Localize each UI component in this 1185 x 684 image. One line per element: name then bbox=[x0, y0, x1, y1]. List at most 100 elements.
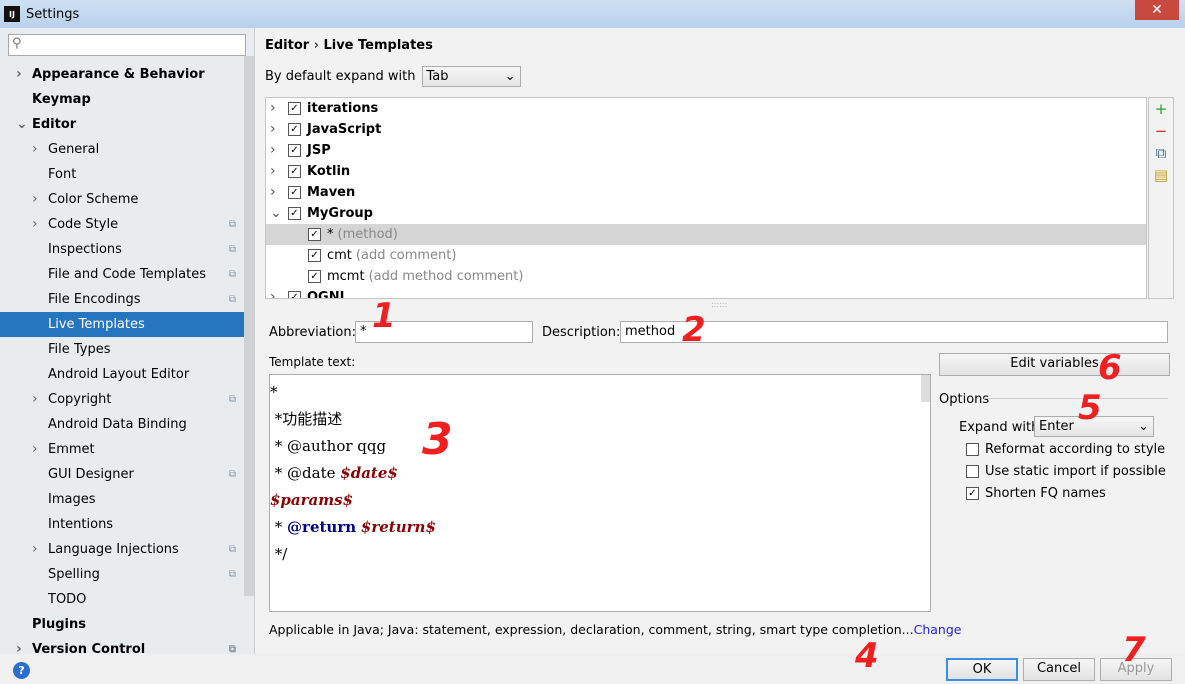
sidebar-item-plugins[interactable]: Plugins bbox=[0, 612, 254, 637]
checkbox[interactable]: ✓ bbox=[288, 291, 301, 298]
annotation-2: 2 bbox=[682, 310, 706, 350]
checkbox[interactable]: ✓ bbox=[288, 165, 301, 178]
sidebar-item-inspections[interactable]: Inspections ⧉ bbox=[0, 237, 254, 262]
template-item[interactable]: ✓ cmt (add comment) bbox=[266, 245, 1146, 266]
chevron-right-icon[interactable]: › bbox=[270, 161, 276, 182]
checkbox[interactable]: ✓ bbox=[288, 102, 301, 115]
chevron-right-icon[interactable]: › bbox=[270, 182, 276, 203]
sidebar-item-gui-designer[interactable]: GUI Designer ⧉ bbox=[0, 462, 254, 487]
help-icon[interactable]: ? bbox=[13, 662, 30, 679]
sidebar-item-copyright[interactable]: › Copyright ⧉ bbox=[0, 387, 254, 412]
edit-variables-button[interactable]: Edit variables bbox=[939, 353, 1170, 376]
restore-icon[interactable]: ▤ bbox=[1149, 164, 1173, 186]
cancel-button[interactable]: Cancel bbox=[1023, 658, 1095, 681]
chevron-down-icon[interactable]: ⌄ bbox=[16, 112, 28, 137]
checkbox[interactable]: ✓ bbox=[288, 144, 301, 157]
options-title: Options bbox=[939, 392, 990, 407]
annotation-5: 5 bbox=[1078, 388, 1102, 428]
ok-button[interactable]: OK bbox=[946, 658, 1018, 681]
chevron-right-icon[interactable]: › bbox=[270, 140, 276, 161]
chevron-right-icon[interactable]: › bbox=[32, 137, 38, 162]
sidebar-item-todo[interactable]: TODO bbox=[0, 587, 254, 612]
default-expand-select[interactable]: Tab ⌄ bbox=[421, 66, 521, 87]
sidebar-item-editor[interactable]: ⌄ Editor bbox=[0, 112, 254, 137]
template-group[interactable]: › ✓ OGNL bbox=[266, 287, 1146, 298]
chevron-right-icon[interactable]: › bbox=[32, 187, 38, 212]
sidebar-item-images[interactable]: Images bbox=[0, 487, 254, 512]
sidebar-item-android-layout-editor[interactable]: Android Layout Editor bbox=[0, 362, 254, 387]
chevron-right-icon[interactable]: › bbox=[32, 212, 38, 237]
checkbox[interactable] bbox=[966, 443, 979, 456]
sidebar-scrollbar[interactable] bbox=[244, 56, 254, 596]
default-expand-label: By default expand with bbox=[265, 69, 416, 84]
template-group[interactable]: › ✓ Kotlin bbox=[266, 161, 1146, 182]
sidebar-item-intentions[interactable]: Intentions bbox=[0, 512, 254, 537]
chevron-right-icon[interactable]: › bbox=[32, 437, 38, 462]
sidebar-item-android-data-binding[interactable]: Android Data Binding bbox=[0, 412, 254, 437]
options-divider bbox=[984, 398, 1168, 399]
sidebar-item-label: Live Templates bbox=[48, 317, 145, 332]
checkbox[interactable]: ✓ bbox=[288, 123, 301, 136]
sidebar-item-label: Emmet bbox=[48, 442, 95, 457]
copy-icon[interactable]: ⧉ bbox=[1149, 142, 1173, 164]
search-input[interactable]: ⚲ bbox=[8, 34, 246, 56]
annotation-3: 3 bbox=[422, 414, 453, 465]
sidebar-item-label: GUI Designer bbox=[48, 467, 134, 482]
option-checkbox[interactable]: Reformat according to style bbox=[966, 442, 1165, 457]
sidebar-item-color-scheme[interactable]: › Color Scheme bbox=[0, 187, 254, 212]
sidebar-item-label: General bbox=[48, 142, 100, 157]
editor-scrollbar[interactable] bbox=[921, 375, 930, 402]
template-group[interactable]: › ✓ JavaScript bbox=[266, 119, 1146, 140]
project-scope-icon: ⧉ bbox=[228, 569, 236, 580]
remove-icon[interactable]: − bbox=[1149, 120, 1173, 142]
sidebar-item-live-templates[interactable]: Live Templates bbox=[0, 312, 254, 337]
chevron-right-icon[interactable]: › bbox=[32, 387, 38, 412]
template-group[interactable]: ⌄ ✓ MyGroup bbox=[266, 203, 1146, 224]
annotation-6: 6 bbox=[1098, 348, 1122, 388]
template-group[interactable]: › ✓ JSP bbox=[266, 140, 1146, 161]
template-group[interactable]: › ✓ iterations bbox=[266, 98, 1146, 119]
chevron-right-icon[interactable]: › bbox=[270, 119, 276, 140]
sidebar-item-font[interactable]: Font bbox=[0, 162, 254, 187]
sidebar-item-spelling[interactable]: Spelling ⧉ bbox=[0, 562, 254, 587]
change-link[interactable]: Change bbox=[914, 622, 962, 637]
template-description: (add comment) bbox=[355, 248, 457, 263]
sidebar-item-label: Color Scheme bbox=[48, 192, 139, 207]
checkbox[interactable]: ✓ bbox=[308, 249, 321, 262]
sidebar-item-keymap[interactable]: Keymap bbox=[0, 87, 254, 112]
sidebar-item-file-and-code-templates[interactable]: File and Code Templates ⧉ bbox=[0, 262, 254, 287]
chevron-right-icon[interactable]: › bbox=[16, 62, 22, 87]
option-checkbox[interactable]: ✓ Shorten FQ names bbox=[966, 486, 1106, 501]
chevron-down-icon[interactable]: ⌄ bbox=[270, 203, 282, 224]
template-item[interactable]: ✓ * (method) bbox=[266, 224, 1146, 245]
sidebar-item-code-style[interactable]: › Code Style ⧉ bbox=[0, 212, 254, 237]
sidebar-item-version-control[interactable]: › Version Control ⧉ bbox=[0, 637, 254, 654]
checkbox[interactable]: ✓ bbox=[288, 207, 301, 220]
sidebar-item-file-encodings[interactable]: File Encodings ⧉ bbox=[0, 287, 254, 312]
sidebar-item-file-types[interactable]: File Types bbox=[0, 337, 254, 362]
default-expand-row: By default expand with Tab ⌄ bbox=[265, 66, 521, 87]
template-name: iterations bbox=[307, 101, 379, 116]
add-icon[interactable]: + bbox=[1149, 98, 1173, 120]
chevron-right-icon[interactable]: › bbox=[32, 537, 38, 562]
breadcrumb-parent[interactable]: Editor bbox=[265, 38, 309, 53]
option-checkbox[interactable]: Use static import if possible bbox=[966, 464, 1166, 479]
sidebar-item-label: File Encodings bbox=[48, 292, 141, 307]
checkbox[interactable]: ✓ bbox=[308, 270, 321, 283]
sidebar-item-emmet[interactable]: › Emmet bbox=[0, 437, 254, 462]
checkbox[interactable]: ✓ bbox=[308, 228, 321, 241]
sidebar-item-language-injections[interactable]: › Language Injections ⧉ bbox=[0, 537, 254, 562]
checkbox[interactable]: ✓ bbox=[288, 186, 301, 199]
sidebar-item-general[interactable]: › General bbox=[0, 137, 254, 162]
chevron-right-icon[interactable]: › bbox=[16, 637, 22, 654]
template-text-editor[interactable]: * *功能描述 * @author qqg * @date $date$ $par… bbox=[269, 374, 931, 612]
chevron-right-icon[interactable]: › bbox=[270, 287, 276, 298]
close-button[interactable]: ✕ bbox=[1135, 0, 1179, 20]
splitter-handle[interactable]: :::::: bbox=[711, 300, 727, 309]
chevron-right-icon[interactable]: › bbox=[270, 98, 276, 119]
checkbox[interactable]: ✓ bbox=[966, 487, 979, 500]
checkbox[interactable] bbox=[966, 465, 979, 478]
template-group[interactable]: › ✓ Maven bbox=[266, 182, 1146, 203]
sidebar-item-appearance-behavior[interactable]: › Appearance & Behavior bbox=[0, 62, 254, 87]
template-item[interactable]: ✓ mcmt (add method comment) bbox=[266, 266, 1146, 287]
